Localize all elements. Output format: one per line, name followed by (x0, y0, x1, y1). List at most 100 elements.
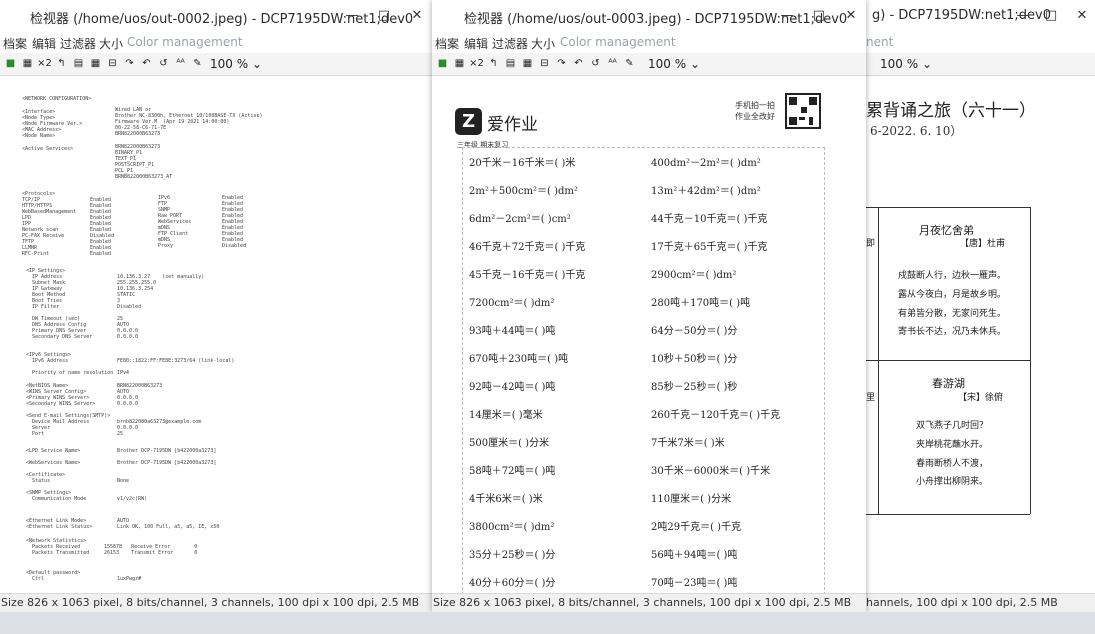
cfg-service-labels: <LPD Service Name> <WebServices Name> <C… (26, 448, 87, 502)
minimize-button[interactable]: — (341, 6, 363, 26)
math-problem: 7200cm²＝( )dm² (469, 298, 555, 309)
cfg-header: <NETWORK CONFIGURATION> (22, 96, 92, 102)
image-canvas[interactable]: <NETWORK CONFIGURATION> <Interface> <Nod… (0, 76, 432, 593)
zoom-select[interactable]: 100 % ⌄ (210, 56, 262, 72)
poem2-title: 春游湖 (932, 377, 965, 390)
cfg-ip-labels: <IP Settings> IP Address Subnet Mask IP … (26, 268, 93, 340)
minimize-button[interactable]: — (1012, 6, 1034, 26)
chevron-down-icon: ⌄ (921, 57, 933, 71)
menu-edit[interactable]: 编辑 (32, 35, 56, 52)
table-line (866, 360, 1030, 361)
math-problem: 35分＋25秒＝( )分 (469, 550, 556, 561)
menu-filter[interactable]: 过滤器 (60, 35, 96, 52)
status-text: hannels, 100 dpi x 100 dpi, 2.5 MB (866, 596, 1058, 609)
layout-icon[interactable]: ▤ (71, 56, 86, 71)
math-problem: 110厘米＝( )分米 (651, 494, 732, 505)
menu-color-management[interactable]: nent (866, 35, 893, 49)
zoom-value: 100 % (210, 57, 249, 71)
image-canvas[interactable]: Z 爱作业 手机拍一拍 作业全改好 三年级 期末复习 20千米－16千米＝( )… (432, 76, 866, 593)
chevron-down-icon: ⌄ (251, 57, 263, 71)
math-problem: 44千克－10千克＝( )千克 (651, 214, 768, 225)
cfg-block1-labels: <Interface> <Node Type> <Node Firmware V… (22, 109, 83, 139)
pencil-icon[interactable]: ✎ (622, 56, 637, 71)
zoom-select[interactable]: 100 % ⌄ (880, 56, 932, 72)
close-button[interactable]: ✕ (840, 6, 862, 26)
cfg-ethernet-values: AUTO Link OK, 100 Full, a5, a5, IE, x50 (117, 518, 220, 530)
refresh-icon[interactable]: ↺ (156, 56, 171, 71)
poem2-line: 夹岸桃花蘸水开。 (916, 440, 989, 450)
scan-note-line: 作业全改好 (735, 112, 775, 121)
layout-icon[interactable]: ▤ (503, 56, 518, 71)
undo-icon[interactable]: ↶ (139, 56, 154, 71)
toolbar: ■ ▦ ×2 ↰ ▤ ▦ ⊟ ↷ ↶ ↺ ᴬᴬ ✎ 100 % ⌄ (0, 53, 432, 76)
menu-size[interactable]: 大小 (531, 35, 555, 52)
rotate-left-icon[interactable]: ↰ (54, 56, 69, 71)
pencil-icon[interactable]: ✎ (190, 56, 205, 71)
zoom-select[interactable]: 100 % ⌄ (648, 56, 700, 72)
status-bar: Size 826 x 1063 pixel, 8 bits/channel, 3… (432, 593, 866, 612)
math-problem: 2900cm²＝( )dm² (651, 270, 737, 281)
maximize-button[interactable]: □ (808, 6, 830, 26)
menu-file[interactable]: 档案 (3, 35, 27, 52)
poem-sheet-title: 累背诵之旅（六十一） (866, 101, 1036, 121)
close-button[interactable]: ✕ (406, 6, 428, 26)
menu-edit[interactable]: 编辑 (464, 35, 488, 52)
table-line (866, 514, 1030, 515)
menu-filter[interactable]: 过滤器 (492, 35, 528, 52)
math-problem: 58吨＋72吨＝( )吨 (469, 466, 556, 477)
cfg-netbios-values: BRN822000B63273 AUTO 0.0.0.0 0.0.0.0 brn… (117, 383, 202, 437)
status-text: Size 826 x 1063 pixel, 8 bits/channel, 3… (1, 596, 420, 609)
menu-bar: 档案 编辑 过滤器 大小 Color management (432, 33, 866, 53)
rotate-left-icon[interactable]: ↰ (486, 56, 501, 71)
title-bar[interactable]: g) - DCP7195DW:net1;dev0 — □ ✕ (866, 0, 1095, 33)
math-problem: 400dm²－2m²＝( )dm² (651, 158, 761, 169)
scan-icon[interactable]: ▦ (452, 56, 467, 71)
viewer-window-1[interactable]: 检视器 (/home/uos/out-0002.jpeg) - DCP7195D… (0, 0, 432, 612)
viewer-window-3[interactable]: g) - DCP7195DW:net1;dev0 — □ ✕ nent 100 … (866, 0, 1095, 612)
poem1-line: 有弟皆分散，无家问死生。 (898, 309, 1007, 319)
save-icon[interactable]: ■ (3, 56, 18, 71)
aa-icon[interactable]: ᴬᴬ (173, 56, 188, 71)
math-problem: 30千米－6000米＝( )千米 (651, 466, 771, 477)
math-problem: 64分－50分＝( )分 (651, 326, 738, 337)
menu-color-management[interactable]: Color management (560, 35, 676, 49)
math-problem: 500厘米＝( )分米 (469, 438, 550, 449)
cfg-protocols2-state: Enabled Enabled Enabled Enabled Enabled … (222, 195, 247, 249)
grid-icon[interactable]: ▦ (88, 56, 103, 71)
title-bar[interactable]: 检视器 (/home/uos/out-0002.jpeg) - DCP7195D… (0, 0, 432, 33)
math-problem: 13m²＋42dm²＝( )dm² (651, 186, 761, 197)
math-problem: 46千克＋72千克＝( )千克 (469, 242, 586, 253)
page-icon[interactable]: ⊟ (537, 56, 552, 71)
poem2-line: 小舟撑出柳阴来。 (916, 477, 989, 487)
viewer-window-2[interactable]: 检视器 (/home/uos/out-0003.jpeg) - DCP7195D… (432, 0, 866, 612)
maximize-button[interactable]: □ (1040, 6, 1062, 26)
grid-icon[interactable]: ▦ (520, 56, 535, 71)
redo-icon[interactable]: ↷ (122, 56, 137, 71)
image-canvas[interactable]: 累背诵之旅（六十一） 6-2022. 6. 10） 即 月夜忆舍弟 【唐】杜甫 … (866, 76, 1095, 593)
menu-color-management[interactable]: Color management (127, 35, 243, 49)
close-button[interactable]: ✕ (1071, 6, 1093, 26)
minimize-button[interactable]: — (776, 6, 798, 26)
status-bar: Size 826 x 1063 pixel, 8 bits/channel, 3… (0, 593, 432, 612)
page-icon[interactable]: ⊟ (105, 56, 120, 71)
math-problem: 56吨＋94吨＝( )吨 (651, 550, 738, 561)
scan-icon[interactable]: ▦ (20, 56, 35, 71)
math-problem: 85秒－25秒＝( )秒 (651, 382, 738, 393)
refresh-icon[interactable]: ↺ (588, 56, 603, 71)
math-problem: 45千克－16千克＝( )千克 (469, 270, 586, 281)
cfg-ip-values: 10.136.3.27 (set manually) 255.255.255.0… (117, 274, 205, 340)
redo-icon[interactable]: ↷ (554, 56, 569, 71)
title-bar[interactable]: 检视器 (/home/uos/out-0003.jpeg) - DCP7195D… (432, 0, 866, 33)
maximize-button[interactable]: □ (373, 6, 395, 26)
math-problem: 92吨－42吨＝( )吨 (469, 382, 556, 393)
menu-file[interactable]: 档案 (435, 35, 459, 52)
save-icon[interactable]: ■ (435, 56, 450, 71)
status-text: Size 826 x 1063 pixel, 8 bits/channel, 3… (433, 596, 852, 609)
zoom-2x-icon[interactable]: ×2 (37, 56, 52, 71)
zoom-2x-icon[interactable]: ×2 (469, 56, 484, 71)
undo-icon[interactable]: ↶ (571, 56, 586, 71)
table-line (866, 207, 1030, 208)
menu-size[interactable]: 大小 (99, 35, 123, 52)
aa-icon[interactable]: ᴬᴬ (605, 56, 620, 71)
poem2-line: 春雨断桥人不渡， (916, 459, 989, 469)
